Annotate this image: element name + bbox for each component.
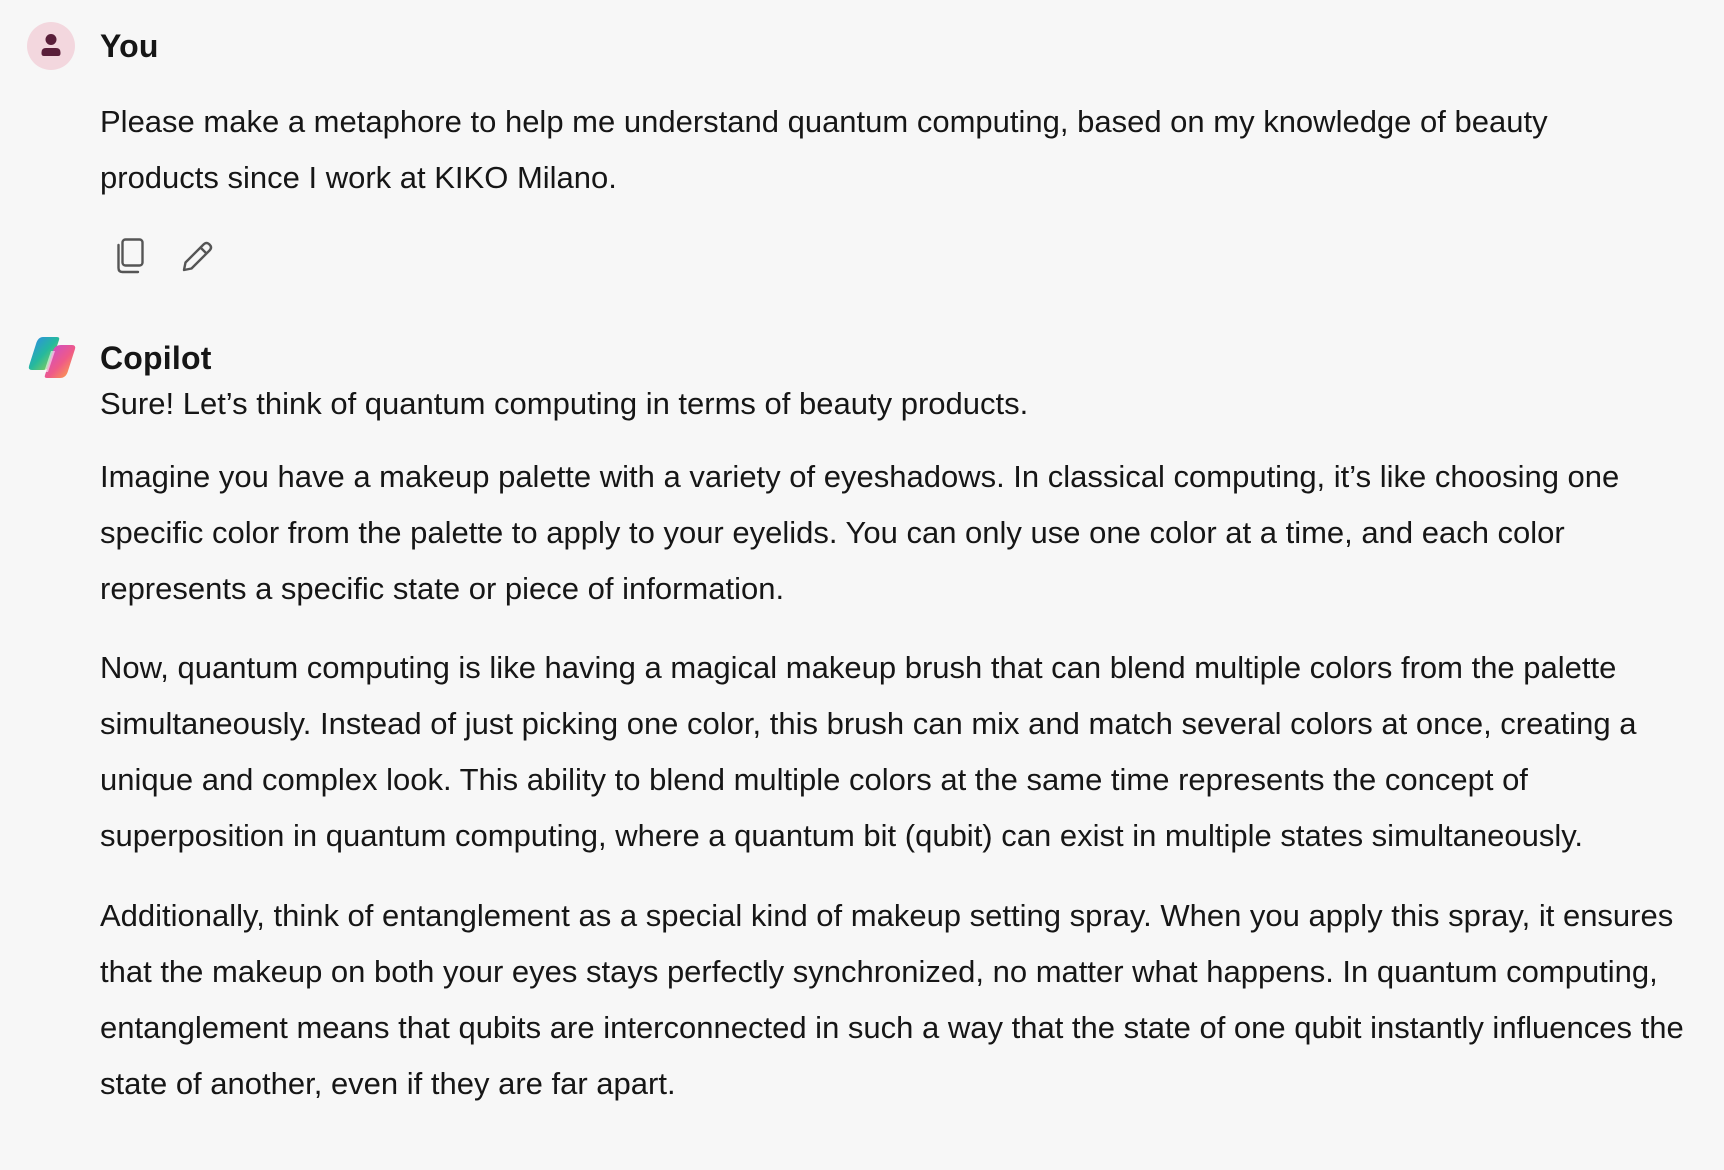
message-text: Please make a metaphore to help me under… [100, 104, 1548, 195]
response-paragraph: Imagine you have a makeup palette with a… [100, 459, 1620, 606]
copy-icon [117, 238, 144, 274]
user-avatar [27, 22, 75, 70]
person-icon [41, 34, 61, 56]
pencil-icon [182, 241, 213, 272]
response-paragraph: Now, quantum computing is like having a … [100, 650, 1637, 853]
sender-name: Copilot [100, 340, 212, 376]
copy-button[interactable] [112, 234, 152, 278]
sender-name: You [100, 28, 159, 64]
copilot-logo-icon [28, 337, 76, 378]
edit-button[interactable] [176, 234, 216, 278]
response-paragraph: Additionally, think of entanglement as a… [100, 898, 1684, 1101]
response-paragraph: Sure! Let’s think of quantum computing i… [100, 386, 1029, 421]
copilot-avatar [27, 334, 76, 382]
